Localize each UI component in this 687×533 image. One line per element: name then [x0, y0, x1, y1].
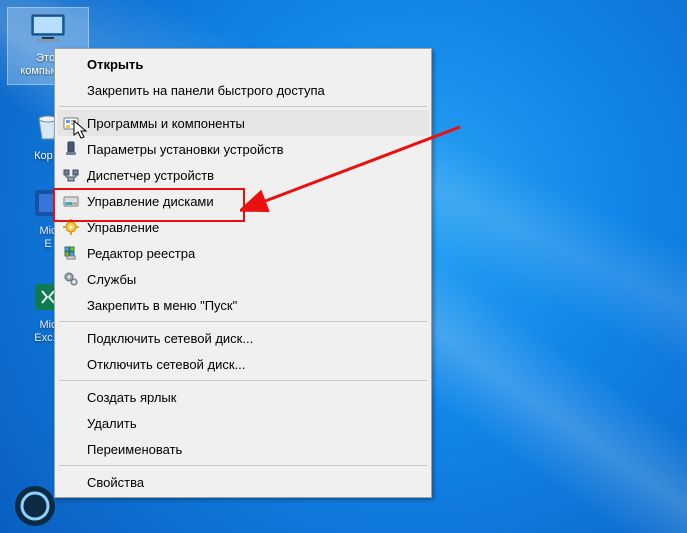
menu-item-label: Программы и компоненты: [87, 116, 423, 131]
menu-item-label: Создать ярлык: [87, 390, 423, 405]
this-pc-icon: [28, 12, 68, 48]
context-menu: Открыть Закрепить на панели быстрого дост…: [54, 48, 432, 498]
menu-item-services[interactable]: Службы: [57, 266, 429, 292]
menu-icon-blank: [61, 354, 81, 374]
menu-separator: [59, 321, 427, 322]
menu-item-open[interactable]: Открыть: [57, 51, 429, 77]
menu-item-label: Открыть: [87, 57, 423, 72]
menu-item-properties[interactable]: Свойства: [57, 469, 429, 495]
menu-item-dev-manager[interactable]: Диспетчер устройств: [57, 162, 429, 188]
menu-item-label: Службы: [87, 272, 423, 287]
menu-icon-blank: [61, 80, 81, 100]
menu-icon-blank: [61, 295, 81, 315]
menu-item-pin-quick[interactable]: Закрепить на панели быстрого доступа: [57, 77, 429, 103]
manage-icon: [61, 217, 81, 237]
menu-item-label: Отключить сетевой диск...: [87, 357, 423, 372]
menu-separator: [59, 106, 427, 107]
menu-icon-blank: [61, 387, 81, 407]
menu-item-label: Управление дисками: [87, 194, 423, 209]
menu-icon-blank: [61, 328, 81, 348]
menu-item-map-drive[interactable]: Подключить сетевой диск...: [57, 325, 429, 351]
menu-icon-blank: [61, 413, 81, 433]
menu-item-delete[interactable]: Удалить: [57, 410, 429, 436]
menu-icon-blank: [61, 54, 81, 74]
regedit-icon: [61, 243, 81, 263]
menu-item-shortcut[interactable]: Создать ярлык: [57, 384, 429, 410]
menu-separator: [59, 465, 427, 466]
menu-item-label: Свойства: [87, 475, 423, 490]
menu-item-pin-start[interactable]: Закрепить в меню "Пуск": [57, 292, 429, 318]
menu-separator: [59, 380, 427, 381]
menu-item-disk-mgmt[interactable]: Управление дисками: [57, 188, 429, 214]
menu-item-dev-settings[interactable]: Параметры установки устройств: [57, 136, 429, 162]
taskbar-orb[interactable]: [14, 485, 56, 527]
disk-mgmt-icon: [61, 191, 81, 211]
menu-item-unmap-drive[interactable]: Отключить сетевой диск...: [57, 351, 429, 377]
menu-item-label: Редактор реестра: [87, 246, 423, 261]
menu-item-manage[interactable]: Управление: [57, 214, 429, 240]
menu-item-rename[interactable]: Переименовать: [57, 436, 429, 462]
menu-item-label: Управление: [87, 220, 423, 235]
menu-item-label: Подключить сетевой диск...: [87, 331, 423, 346]
programs-icon: [61, 113, 81, 133]
menu-icon-blank: [61, 439, 81, 459]
menu-icon-blank: [61, 472, 81, 492]
menu-item-label: Переименовать: [87, 442, 423, 457]
services-icon: [61, 269, 81, 289]
menu-item-regedit[interactable]: Редактор реестра: [57, 240, 429, 266]
menu-item-label: Диспетчер устройств: [87, 168, 423, 183]
device-manager-icon: [61, 165, 81, 185]
menu-item-label: Закрепить в меню "Пуск": [87, 298, 423, 313]
device-settings-icon: [61, 139, 81, 159]
menu-item-label: Удалить: [87, 416, 423, 431]
menu-item-label: Параметры установки устройств: [87, 142, 423, 157]
menu-item-programs[interactable]: Программы и компоненты: [57, 110, 429, 136]
menu-item-label: Закрепить на панели быстрого доступа: [87, 83, 423, 98]
